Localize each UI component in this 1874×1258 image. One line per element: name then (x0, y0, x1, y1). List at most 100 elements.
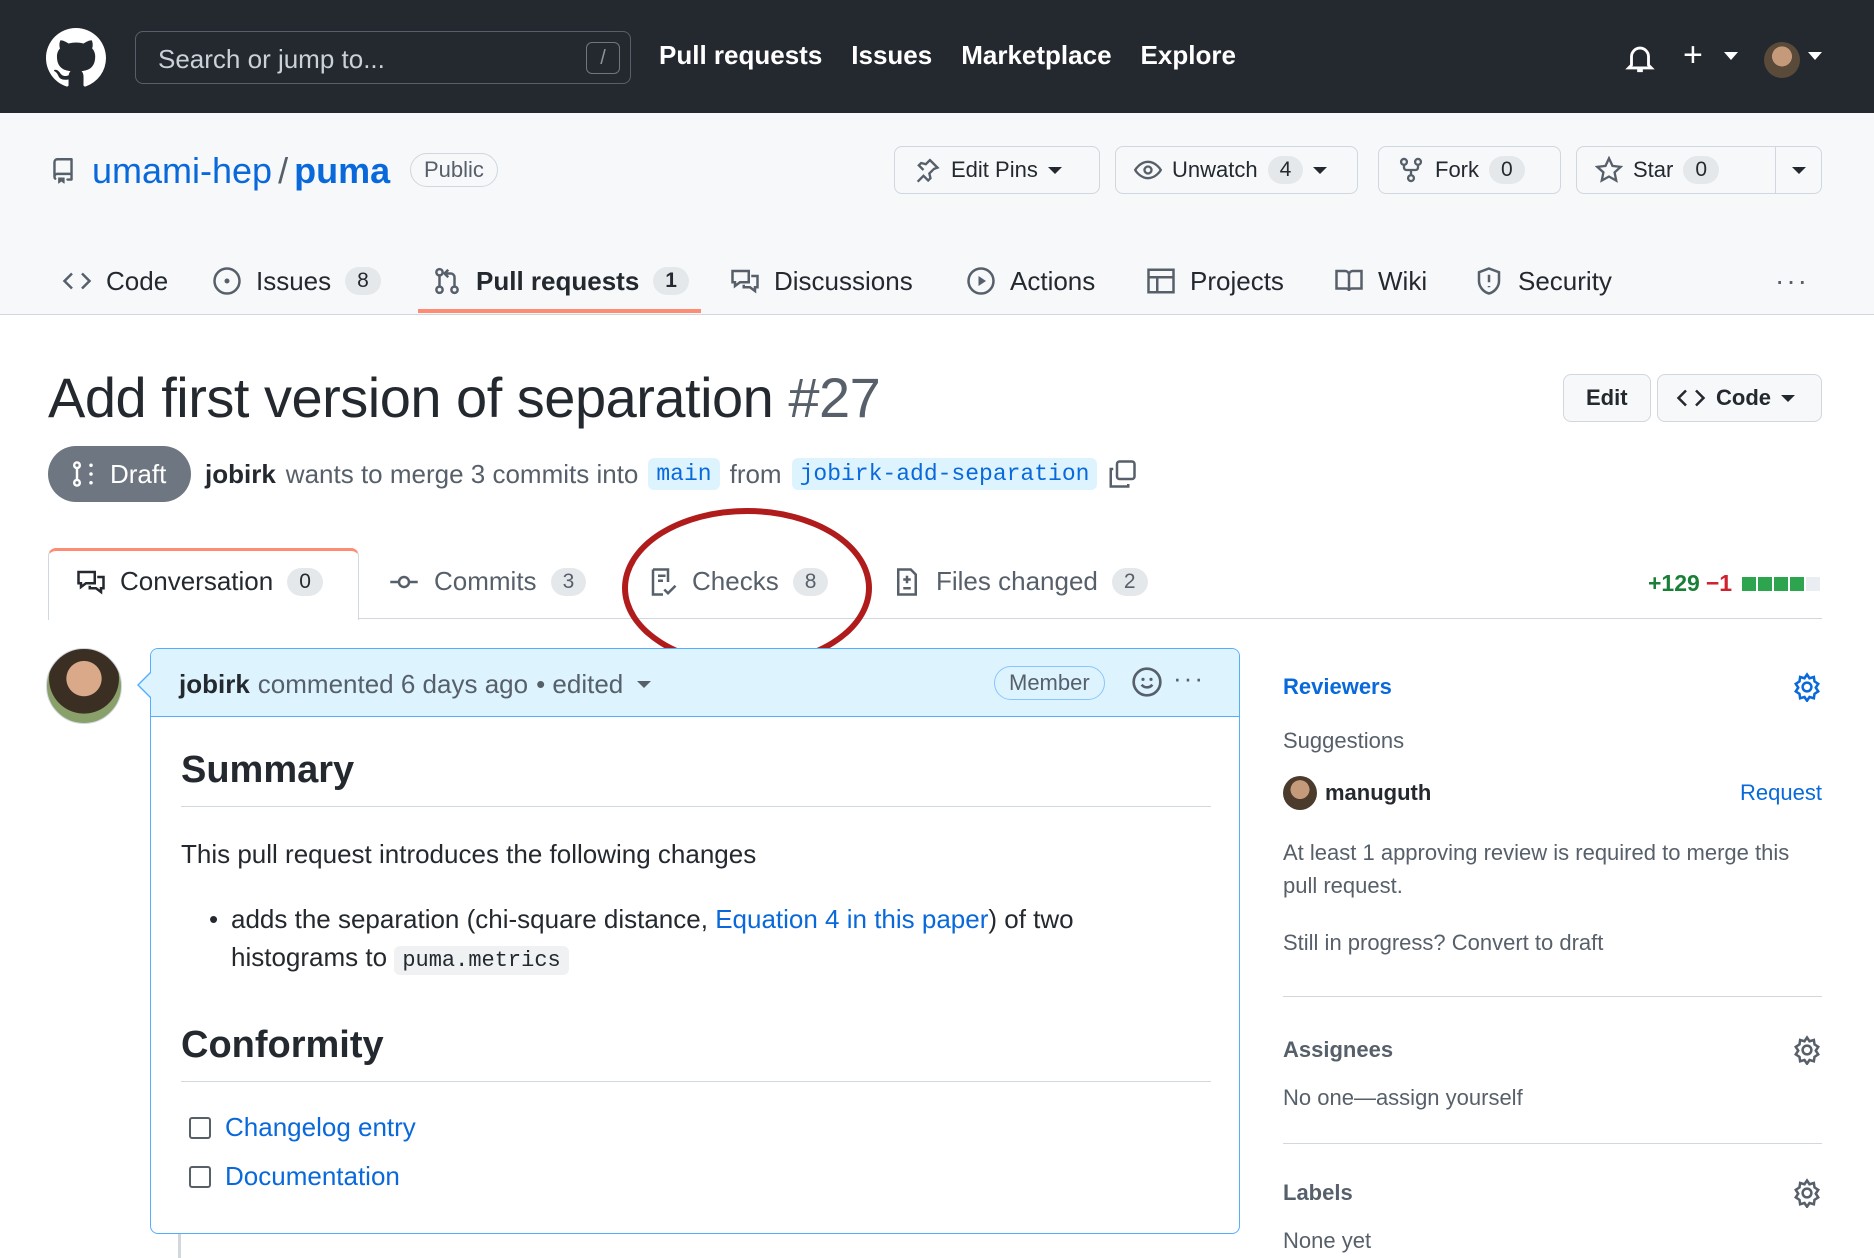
tab-label: Commits (434, 566, 537, 596)
create-new-button[interactable]: + (1683, 36, 1703, 75)
nav-issues[interactable]: Issues (851, 40, 932, 71)
chevron-down-icon[interactable] (637, 681, 652, 688)
copy-icon[interactable] (1107, 459, 1137, 489)
bell-icon[interactable] (1623, 40, 1657, 76)
global-nav: Pull requests Issues Marketplace Explore (659, 40, 1265, 71)
comment-options-button[interactable]: ··· (1173, 663, 1205, 694)
pr-description-comment: jobirk commented 6 days ago • edited Mem… (150, 648, 1240, 1234)
chevron-down-icon (1808, 52, 1822, 60)
repo-tab-projects[interactable]: Projects (1146, 247, 1284, 315)
files-count: 2 (1111, 567, 1148, 596)
member-badge: Member (994, 666, 1105, 700)
repo-tab-actions[interactable]: Actions (966, 247, 1095, 315)
active-tab-underline (418, 309, 701, 313)
labels-value: None yet (1283, 1228, 1372, 1253)
pin-icon (916, 158, 940, 183)
pr-sidebar: Reviewers Suggestions manuguth Request A… (1283, 672, 1822, 1254)
divider (1283, 996, 1822, 997)
repo-tab-discussions[interactable]: Discussions (730, 247, 913, 315)
tab-commits[interactable]: Commits 3 (388, 566, 587, 597)
star-list-dropdown[interactable] (1775, 146, 1822, 194)
convert-to-draft-link[interactable]: Still in progress? Convert to draft (1283, 930, 1822, 956)
code-icon (62, 272, 92, 290)
fork-count: 0 (1489, 156, 1525, 184)
nav-pull-requests[interactable]: Pull requests (659, 40, 822, 71)
smiley-icon[interactable] (1131, 666, 1163, 698)
table-icon (1147, 268, 1175, 294)
edit-title-button[interactable]: Edit (1563, 374, 1651, 422)
suggested-reviewer-row: manuguth Request (1283, 776, 1822, 810)
assignees-section-header[interactable]: Assignees (1283, 1035, 1822, 1065)
edit-pins-button[interactable]: Edit Pins (894, 146, 1100, 194)
task-checkbox[interactable] (189, 1116, 211, 1139)
checklist-item: Documentation (181, 1161, 1211, 1192)
head-branch[interactable]: jobirk-add-separation (791, 458, 1098, 490)
nav-explore[interactable]: Explore (1141, 40, 1236, 71)
comment-author-link[interactable]: jobirk (179, 669, 250, 700)
tab-files-changed[interactable]: Files changed 2 (892, 566, 1148, 597)
summary-heading: Summary (181, 749, 1211, 807)
search-input[interactable]: Search or jump to... / (135, 31, 631, 84)
issue-opened-icon (213, 267, 241, 295)
changelog-entry-link[interactable]: Changelog entry (225, 1112, 416, 1143)
repo-tab-label: Pull requests (476, 265, 640, 296)
task-checkbox[interactable] (189, 1165, 211, 1188)
timeline-line (178, 1234, 181, 1258)
documentation-link[interactable]: Documentation (225, 1161, 400, 1192)
repo-tab-wiki[interactable]: Wiki (1334, 247, 1427, 315)
search-shortcut-hint: / (586, 42, 620, 74)
gear-icon[interactable] (1792, 672, 1822, 702)
summary-text: This pull request introduces the followi… (181, 839, 757, 869)
gear-icon[interactable] (1792, 1178, 1822, 1208)
checklist-item: Changelog entry (181, 1112, 1211, 1143)
repo-tab-security[interactable]: Security (1474, 247, 1612, 315)
comment-meta: jobirk commented 6 days ago • edited (179, 669, 652, 700)
unwatch-button[interactable]: Unwatch 4 (1115, 146, 1358, 194)
comment-discussion-icon (77, 570, 105, 594)
list-item: adds the separation (chi-square distance… (181, 900, 1081, 980)
gear-icon[interactable] (1792, 1035, 1822, 1065)
issues-count: 8 (345, 267, 381, 295)
repo-tab-issues[interactable]: Issues 8 (212, 247, 381, 315)
star-button[interactable]: Star 0 (1576, 146, 1776, 194)
labels-section-header[interactable]: Labels (1283, 1178, 1822, 1208)
assign-yourself-link[interactable]: No one—assign yourself (1283, 1085, 1822, 1111)
reviewers-section-header[interactable]: Reviewers (1283, 672, 1822, 702)
repo-nav-more-button[interactable]: ··· (1775, 247, 1809, 315)
repo-owner-link[interactable]: umami-hep (92, 150, 272, 191)
user-avatar[interactable] (1764, 42, 1800, 78)
global-header: Search or jump to... / Pull requests Iss… (0, 0, 1874, 113)
fork-label: Fork (1435, 157, 1479, 182)
edited-indicator[interactable]: • edited (536, 669, 623, 700)
repo-name-link[interactable]: puma (294, 150, 390, 191)
pr-title-text: Add first version of separation (48, 366, 774, 429)
comment-timestamp[interactable]: commented 6 days ago (258, 669, 528, 700)
comment-header: jobirk commented 6 days ago • edited Mem… (151, 649, 1239, 717)
git-pull-request-draft-icon (72, 461, 93, 487)
request-review-button[interactable]: Request (1740, 780, 1822, 806)
search-placeholder: Search or jump to... (158, 44, 385, 74)
bullet-text: adds the separation (chi-square distance… (231, 904, 708, 934)
repo-tab-code[interactable]: Code (62, 247, 168, 315)
merge-summary: jobirk wants to merge 3 commits into mai… (205, 458, 1137, 490)
pr-author-link[interactable]: jobirk (205, 459, 276, 490)
code-dropdown-button[interactable]: Code (1657, 374, 1822, 422)
nav-marketplace[interactable]: Marketplace (961, 40, 1111, 71)
tab-conversation[interactable]: Conversation 0 (76, 566, 323, 597)
chevron-down-icon (1313, 166, 1328, 174)
star-icon (1595, 156, 1623, 183)
git-pull-request-icon (435, 267, 459, 295)
repo-tab-label: Security (1518, 265, 1612, 296)
base-branch[interactable]: main (648, 458, 720, 490)
author-avatar[interactable] (46, 648, 122, 724)
fork-button[interactable]: Fork 0 (1378, 146, 1561, 194)
divider (1283, 1143, 1822, 1144)
tab-label: Conversation (120, 566, 274, 596)
equation-link[interactable]: Equation 4 in this paper (715, 904, 988, 934)
github-logo-icon[interactable] (46, 28, 106, 88)
reviewer-name[interactable]: manuguth (1325, 780, 1431, 806)
code-button-label: Code (1716, 385, 1771, 410)
repo-tab-pull-requests[interactable]: Pull requests 1 (432, 247, 689, 315)
repo-tab-label: Actions (1010, 265, 1096, 296)
commits-count: 3 (550, 567, 587, 596)
